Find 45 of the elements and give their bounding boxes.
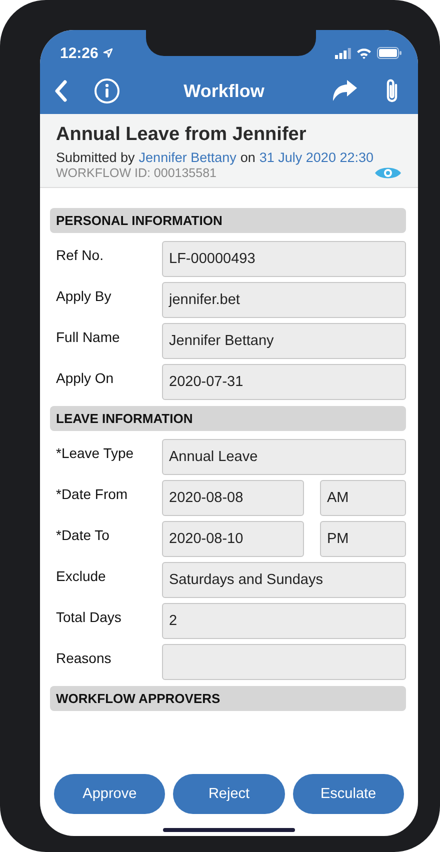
field-label: *Date From: [55, 485, 129, 502]
nav-title: Workflow: [182, 80, 266, 102]
request-title: Annual Leave from Jennifer: [56, 124, 308, 146]
submitter-link[interactable]: Jennifer Bettany: [138, 150, 236, 165]
field-label: Ref No.: [55, 246, 104, 263]
input-field[interactable]: 2020-08-10: [162, 521, 304, 557]
field-label: Exclude: [55, 567, 107, 584]
signal-icon: [335, 48, 351, 58]
submitted-date: 31 July 2020 22:30: [259, 150, 374, 165]
input-field[interactable]: PM: [320, 521, 406, 557]
share-arrow-icon[interactable]: [332, 80, 358, 102]
battery-icon: [377, 47, 402, 59]
section-header: LEAVE INFORMATION: [50, 406, 406, 431]
info-icon[interactable]: [94, 78, 120, 104]
input-field[interactable]: jennifer.bet: [162, 282, 406, 318]
paperclip-icon[interactable]: [384, 78, 400, 104]
input-field[interactable]: 2: [162, 603, 406, 639]
section-header: WORKFLOW APPROVERS: [50, 686, 406, 711]
action-button[interactable]: Approve: [54, 774, 166, 814]
action-button[interactable]: Reject: [173, 774, 285, 814]
workflow-id: WORKFLOW ID: 000135581: [56, 166, 216, 180]
input-field[interactable]: 2020-08-08: [162, 480, 304, 516]
on-label: on: [240, 150, 256, 165]
input-field[interactable]: Saturdays and Sundays: [162, 562, 406, 598]
field-label: Full Name: [55, 328, 121, 345]
field-label: *Date To: [55, 526, 110, 543]
status-time: 12:26: [60, 44, 98, 62]
input-field[interactable]: LF-00000493: [162, 241, 406, 277]
field-label: Apply By: [55, 287, 112, 304]
submitted-label: Submitted by: [56, 150, 135, 165]
section-header: PERSONAL INFORMATION: [50, 208, 406, 233]
field-label: Total Days: [55, 608, 122, 625]
back-icon[interactable]: [54, 80, 68, 102]
field-label: *Leave Type: [55, 444, 135, 461]
input-field[interactable]: [162, 644, 406, 680]
field-label: Apply On: [55, 369, 115, 386]
field-label: Reasons: [55, 649, 112, 666]
input-field[interactable]: Jennifer Bettany: [162, 323, 406, 359]
input-field[interactable]: AM: [320, 480, 406, 516]
input-field[interactable]: 2020-07-31: [162, 364, 406, 400]
location-icon: [103, 48, 114, 58]
eye-icon[interactable]: [374, 165, 402, 181]
action-button[interactable]: Esculate: [292, 774, 404, 814]
input-field[interactable]: Annual Leave: [162, 439, 406, 475]
wifi-icon: [356, 47, 372, 59]
